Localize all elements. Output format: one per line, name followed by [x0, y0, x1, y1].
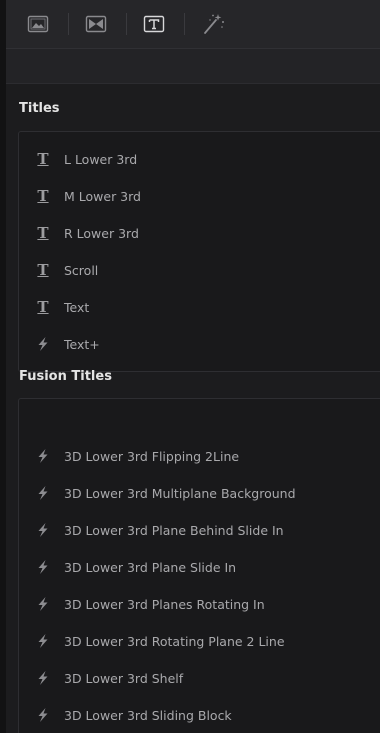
list-item[interactable]: 3D Lower 3rd Plane Slide In	[19, 552, 379, 582]
effects-library-panel: Titles T L Lower 3rd T M Lower 3rd T R Lower …	[0, 0, 380, 733]
list-item[interactable]: T M Lower 3rd	[19, 181, 379, 211]
fusion-bolt-icon	[34, 447, 52, 465]
list-item-label: 3D Lower 3rd Sliding Block	[64, 707, 232, 723]
fusion-titles-list: 3D Lower 3rd Flipping 2Line 3D Lower 3rd …	[18, 398, 380, 733]
fusion-bolt-icon	[34, 669, 52, 687]
list-item-label: 3D Lower 3rd Multiplane Background	[64, 485, 296, 501]
list-item[interactable]: T L Lower 3rd	[19, 144, 379, 174]
toolbar-divider	[184, 13, 185, 35]
list-item[interactable]: 3D Lower 3rd Planes Rotating In	[19, 589, 379, 619]
fusion-bolt-icon	[34, 595, 52, 613]
list-item[interactable]: 3D Lower 3rd Rotating Plane 2 Line	[19, 626, 379, 656]
image-icon	[27, 15, 49, 33]
list-item-label: Text	[64, 299, 90, 315]
fusion-bolt-icon	[34, 632, 52, 650]
titles-button[interactable]	[134, 7, 174, 41]
effects-wand-icon	[204, 14, 224, 34]
toolbar-divider	[68, 13, 69, 35]
titles-list: T L Lower 3rd T M Lower 3rd T R Lower 3rd T Scr…	[18, 131, 380, 372]
media-button[interactable]	[18, 7, 58, 41]
panel-edge	[0, 0, 6, 733]
list-item-label: L Lower 3rd	[64, 151, 138, 167]
toolbar-divider	[126, 13, 127, 35]
list-item[interactable]: Text+	[19, 329, 379, 359]
list-item[interactable]: T Text	[19, 292, 379, 322]
fusion-bolt-icon	[34, 521, 52, 539]
list-item[interactable]: 3D Lower 3rd Shelf	[19, 663, 379, 693]
list-item-label: 3D Lower 3rd Shelf	[64, 670, 184, 686]
effects-button[interactable]	[194, 7, 234, 41]
list-item-label: 3D Lower 3rd Planes Rotating In	[64, 596, 265, 612]
title-icon	[143, 15, 165, 33]
title-t-icon: T	[37, 298, 49, 316]
list-item-label: Text+	[64, 336, 100, 352]
list-item[interactable]: 3D Lower 3rd Flipping 2Line	[19, 441, 379, 471]
transition-icon	[85, 15, 107, 33]
list-item-label: M Lower 3rd	[64, 188, 141, 204]
fusion-bolt-icon	[34, 335, 52, 353]
list-item-label: 3D Lower 3rd Flipping 2Line	[64, 448, 240, 464]
list-item[interactable]: T Scroll	[19, 255, 379, 285]
library-subbar	[6, 49, 380, 84]
list-item-label: 3D Lower 3rd Plane Slide In	[64, 559, 237, 575]
list-item-label: 3D Lower 3rd Plane Behind Slide In	[64, 522, 284, 538]
list-item-label: Scroll	[64, 262, 99, 278]
library-toolbar	[6, 0, 380, 49]
fusion-bolt-icon	[34, 484, 52, 502]
list-item-label: R Lower 3rd	[64, 225, 139, 241]
transitions-button[interactable]	[76, 7, 116, 41]
title-t-icon: T	[37, 224, 49, 242]
list-item-label: 3D Lower 3rd Rotating Plane 2 Line	[64, 633, 285, 649]
list-item[interactable]: 3D Lower 3rd Multiplane Background	[19, 478, 379, 508]
title-t-icon: T	[37, 150, 49, 168]
title-t-icon: T	[37, 187, 49, 205]
list-item[interactable]: T R Lower 3rd	[19, 218, 379, 248]
fusion-titles-section-header[interactable]: Fusion Titles	[19, 369, 112, 384]
title-t-icon: T	[37, 261, 49, 279]
titles-section-header[interactable]: Titles	[19, 101, 60, 116]
fusion-bolt-icon	[34, 558, 52, 576]
fusion-bolt-icon	[34, 706, 52, 724]
list-item[interactable]: 3D Lower 3rd Plane Behind Slide In	[19, 515, 379, 545]
list-item[interactable]: 3D Lower 3rd Sliding Block	[19, 700, 379, 730]
